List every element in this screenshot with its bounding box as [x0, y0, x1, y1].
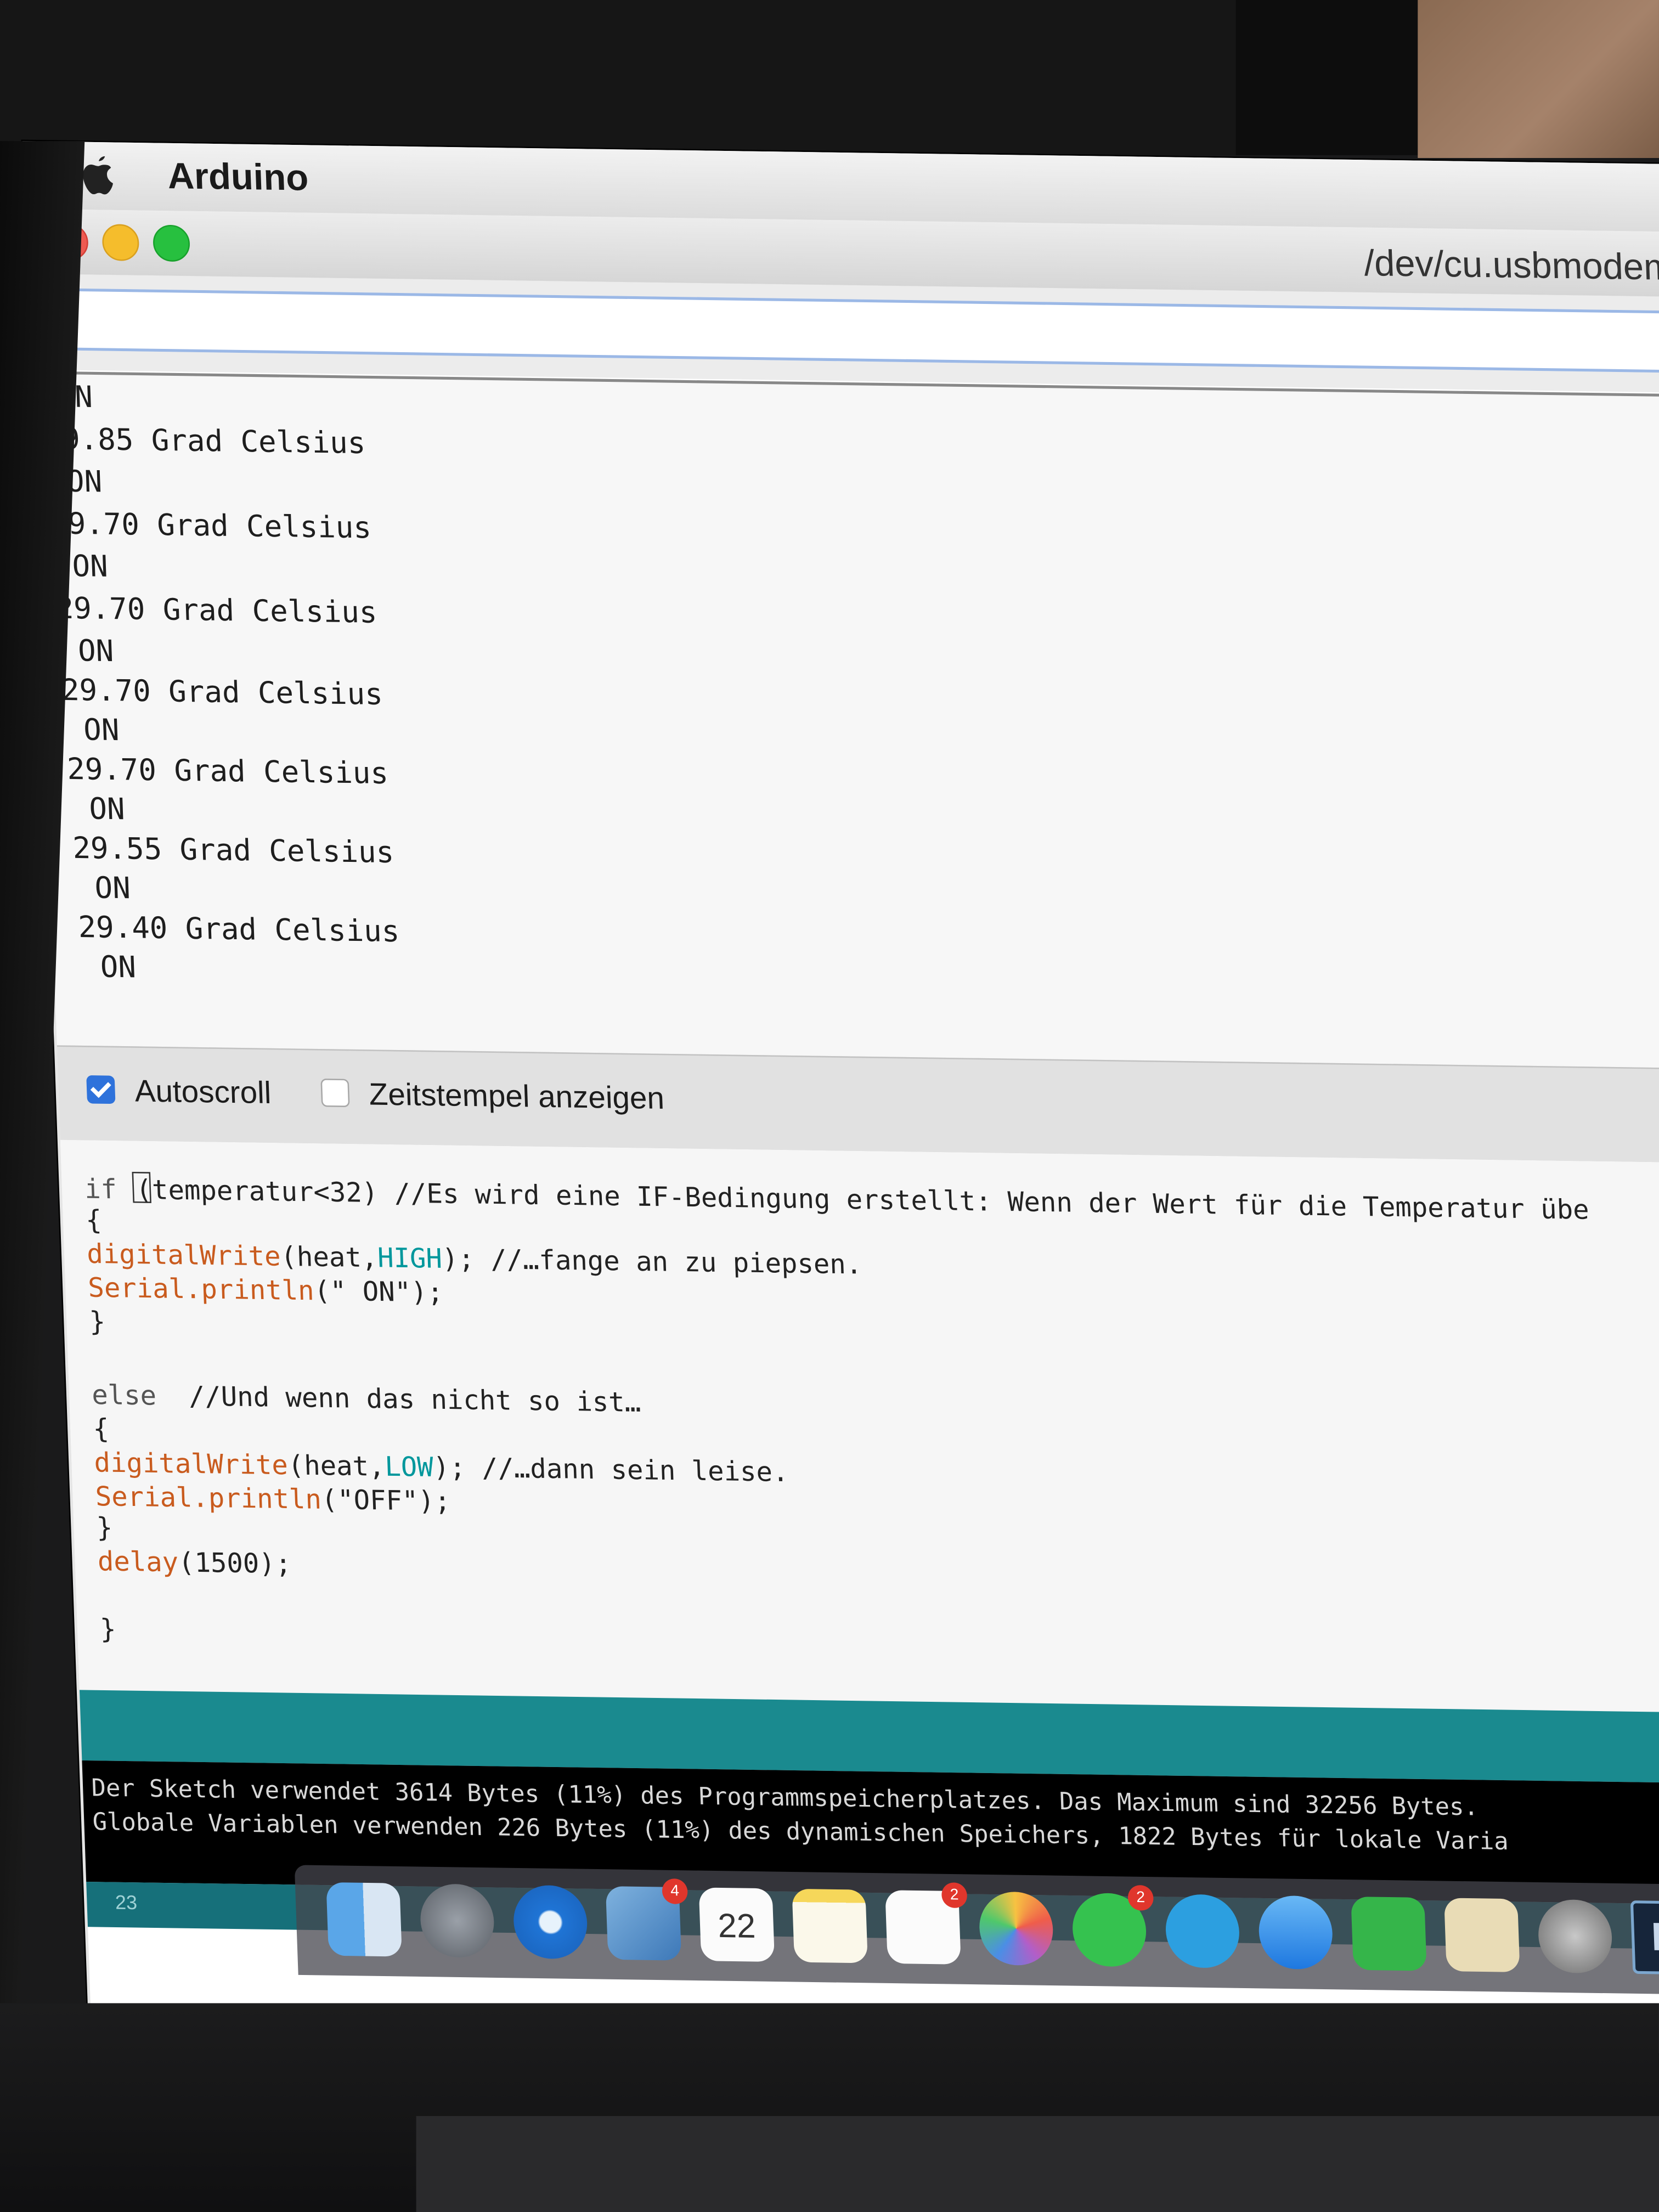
code-function: digitalWrite — [93, 1447, 289, 1482]
laptop-screen: Arduino /dev/cu.usbmodem1 ON 29.85 Grad … — [22, 141, 1659, 2055]
zoom-button[interactable] — [152, 224, 191, 262]
serial-output-line: ON — [59, 633, 115, 669]
serial-output-line: 29.70 Grad Celsius — [61, 673, 383, 712]
serial-send-input[interactable] — [53, 288, 1659, 374]
apple-menu-icon[interactable] — [80, 153, 118, 196]
reminders-badge: 2 — [941, 1882, 968, 1909]
minimize-button[interactable] — [101, 224, 140, 261]
notes-icon[interactable] — [792, 1888, 868, 1963]
serial-output-line: ON — [65, 713, 120, 748]
dock: 4 22 2 2 Lr — [294, 1865, 1659, 1996]
code-line: { — [85, 1205, 103, 1237]
telegram-icon[interactable] — [1164, 1894, 1241, 1968]
code-function: Serial.println — [87, 1272, 315, 1307]
code-line: Serial.println("OFF"); — [95, 1481, 452, 1517]
code-line: } — [95, 1512, 114, 1544]
code-function: Serial.println — [94, 1481, 322, 1516]
mail-badge: 4 — [662, 1878, 689, 1905]
serial-monitor-window: /dev/cu.usbmodem1 ON 29.85 Grad Celsius … — [27, 208, 1659, 2052]
serial-output-line: 29.70 Grad Celsius — [66, 752, 389, 791]
serial-output-line: 29.40 Grad Celsius — [77, 910, 400, 949]
photos-icon[interactable] — [978, 1891, 1054, 1966]
code-keyword: if — [84, 1173, 134, 1206]
code-line: } — [99, 1614, 117, 1646]
code-function: delay — [97, 1546, 179, 1579]
serial-output-line: 29.70 Grad Celsius — [55, 591, 378, 630]
code-text: //Und wenn das nicht so ist… — [156, 1380, 642, 1419]
code-line: digitalWrite(heat,LOW); //…dann sein lei… — [94, 1448, 789, 1488]
code-text: ); //…fange an zu piepsen. — [441, 1244, 863, 1281]
serial-output-line: 29.85 Grad Celsius — [43, 422, 366, 460]
preview-icon[interactable] — [1444, 1898, 1520, 1972]
serial-output[interactable]: ON 29.85 Grad Celsius ON 29.70 Grad Cels… — [33, 371, 1659, 1072]
autoscroll-label[interactable]: Autoscroll — [134, 1073, 272, 1111]
mail-icon[interactable]: 4 — [605, 1878, 689, 1961]
code-text: ( — [135, 1175, 153, 1206]
serial-output-line: ON — [82, 950, 137, 985]
autoscroll-checkbox[interactable] — [86, 1075, 116, 1104]
code-text: temperatur<32) //Es wird eine IF-Bedingu… — [151, 1175, 1590, 1226]
serial-output-line: 29.70 Grad Celsius — [49, 506, 372, 545]
code-text: (heat, — [280, 1242, 379, 1274]
code-constant: HIGH — [377, 1243, 443, 1275]
reminders-icon[interactable]: 2 — [885, 1882, 968, 1965]
serial-output-line: ON — [70, 792, 126, 827]
serial-output-line: 29.55 Grad Celsius — [72, 831, 395, 870]
code-text: ("OFF"); — [320, 1485, 452, 1517]
line-number: 23 — [115, 1891, 138, 1914]
code-function: digitalWrite — [86, 1239, 281, 1273]
lightroom-icon[interactable]: Lr — [1630, 1900, 1659, 1975]
background-surface — [1418, 0, 1659, 158]
calendar-icon[interactable]: 22 — [698, 1887, 775, 1962]
code-line: else //Und wenn das nicht so ist… — [91, 1380, 641, 1419]
code-keyword: else — [91, 1380, 157, 1412]
system-preferences-icon[interactable] — [1537, 1899, 1613, 1974]
messages-icon[interactable] — [1257, 1895, 1334, 1970]
safari-icon[interactable] — [512, 1884, 589, 1960]
serial-output-line: ON — [76, 871, 131, 906]
code-line: if (temperatur<32) //Es wird eine IF-Bed… — [84, 1171, 1590, 1226]
facetime-icon[interactable] — [1351, 1897, 1427, 1971]
code-editor[interactable]: if (temperatur<32) //Es wird eine IF-Bed… — [60, 1139, 1659, 1714]
background-clip — [1235, 0, 1419, 155]
finder-icon[interactable] — [326, 1882, 402, 1957]
code-line: } — [88, 1306, 106, 1338]
whatsapp-icon[interactable]: 2 — [1071, 1884, 1154, 1967]
code-line: { — [92, 1413, 110, 1445]
calendar-date: 22 — [717, 1907, 757, 1946]
launchpad-icon[interactable] — [419, 1883, 495, 1958]
whatsapp-badge: 2 — [1127, 1884, 1154, 1911]
code-text: (" ON"); — [313, 1276, 444, 1309]
laptop-base — [416, 2116, 1659, 2212]
lightroom-label: Lr — [1650, 1915, 1659, 1960]
code-constant: LOW — [384, 1452, 434, 1483]
code-text: ); //…dann sein leise. — [432, 1452, 789, 1488]
code-line: Serial.println(" ON"); — [88, 1273, 444, 1309]
code-line: delay(1500); — [97, 1547, 292, 1580]
timestamp-label[interactable]: Zeitstempel anzeigen — [369, 1076, 665, 1117]
timestamp-checkbox[interactable] — [320, 1078, 350, 1108]
code-text: (1500); — [178, 1547, 292, 1581]
window-title: /dev/cu.usbmodem1 — [1363, 241, 1659, 289]
app-menu-arduino[interactable]: Arduino — [167, 154, 309, 200]
code-text: (heat, — [287, 1450, 386, 1483]
